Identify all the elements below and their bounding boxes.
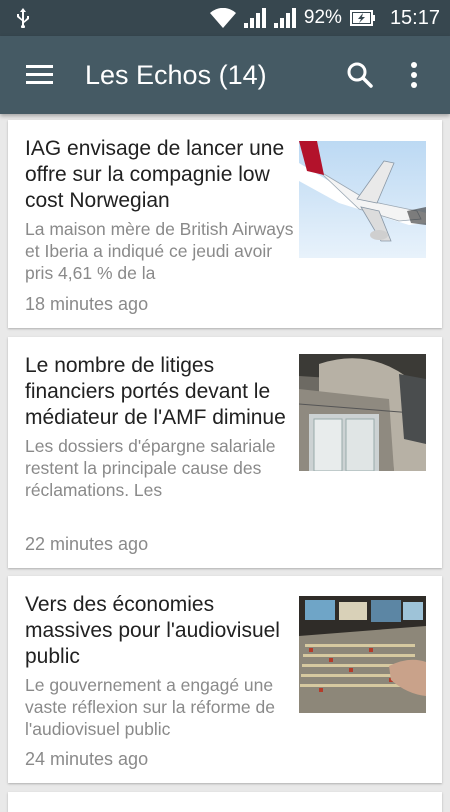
article-summary: Les dossiers d'épargne salariale restent… [25,436,276,500]
page-title: Les Echos (14) [85,60,267,90]
article-summary: Le gouvernement a engagé une vaste réfle… [25,675,275,739]
article-time: 18 minutes ago [25,294,149,314]
menu-icon[interactable] [26,65,53,85]
article-card[interactable]: Le nombre de litiges financiers portés d… [8,337,442,568]
battery-charging-icon [349,10,375,26]
wifi-icon [209,8,236,28]
signal-icon [243,8,266,28]
mixing-console-photo [299,596,426,713]
status-bar: 92% 15:17 [0,0,450,36]
search-icon[interactable] [346,61,374,89]
article-headline: Vers des économies massives pour l'audio… [25,593,280,668]
clock: 15:17 [389,6,440,29]
more-vert-icon[interactable] [409,61,419,89]
article-card[interactable]: IAG envisage de lancer une offre sur la … [8,120,442,328]
article-time: 24 minutes ago [25,749,149,769]
airplane-photo [299,141,426,258]
article-card[interactable]: Vers des économies massives pour l'audio… [8,576,442,783]
signal-icon [273,8,296,28]
app-bar: Les Echos (14) [0,36,450,114]
article-headline: Le nombre de litiges financiers portés d… [25,354,286,429]
article-time: 22 minutes ago [25,534,149,554]
building-entrance-photo [299,354,426,471]
article-card-partial[interactable] [8,792,442,812]
article-headline: IAG envisage de lancer une offre sur la … [25,137,285,212]
article-summary: La maison mère de British Airways et Ibe… [25,219,294,283]
battery-percent: 92% [303,7,342,28]
usb-icon [17,8,29,28]
